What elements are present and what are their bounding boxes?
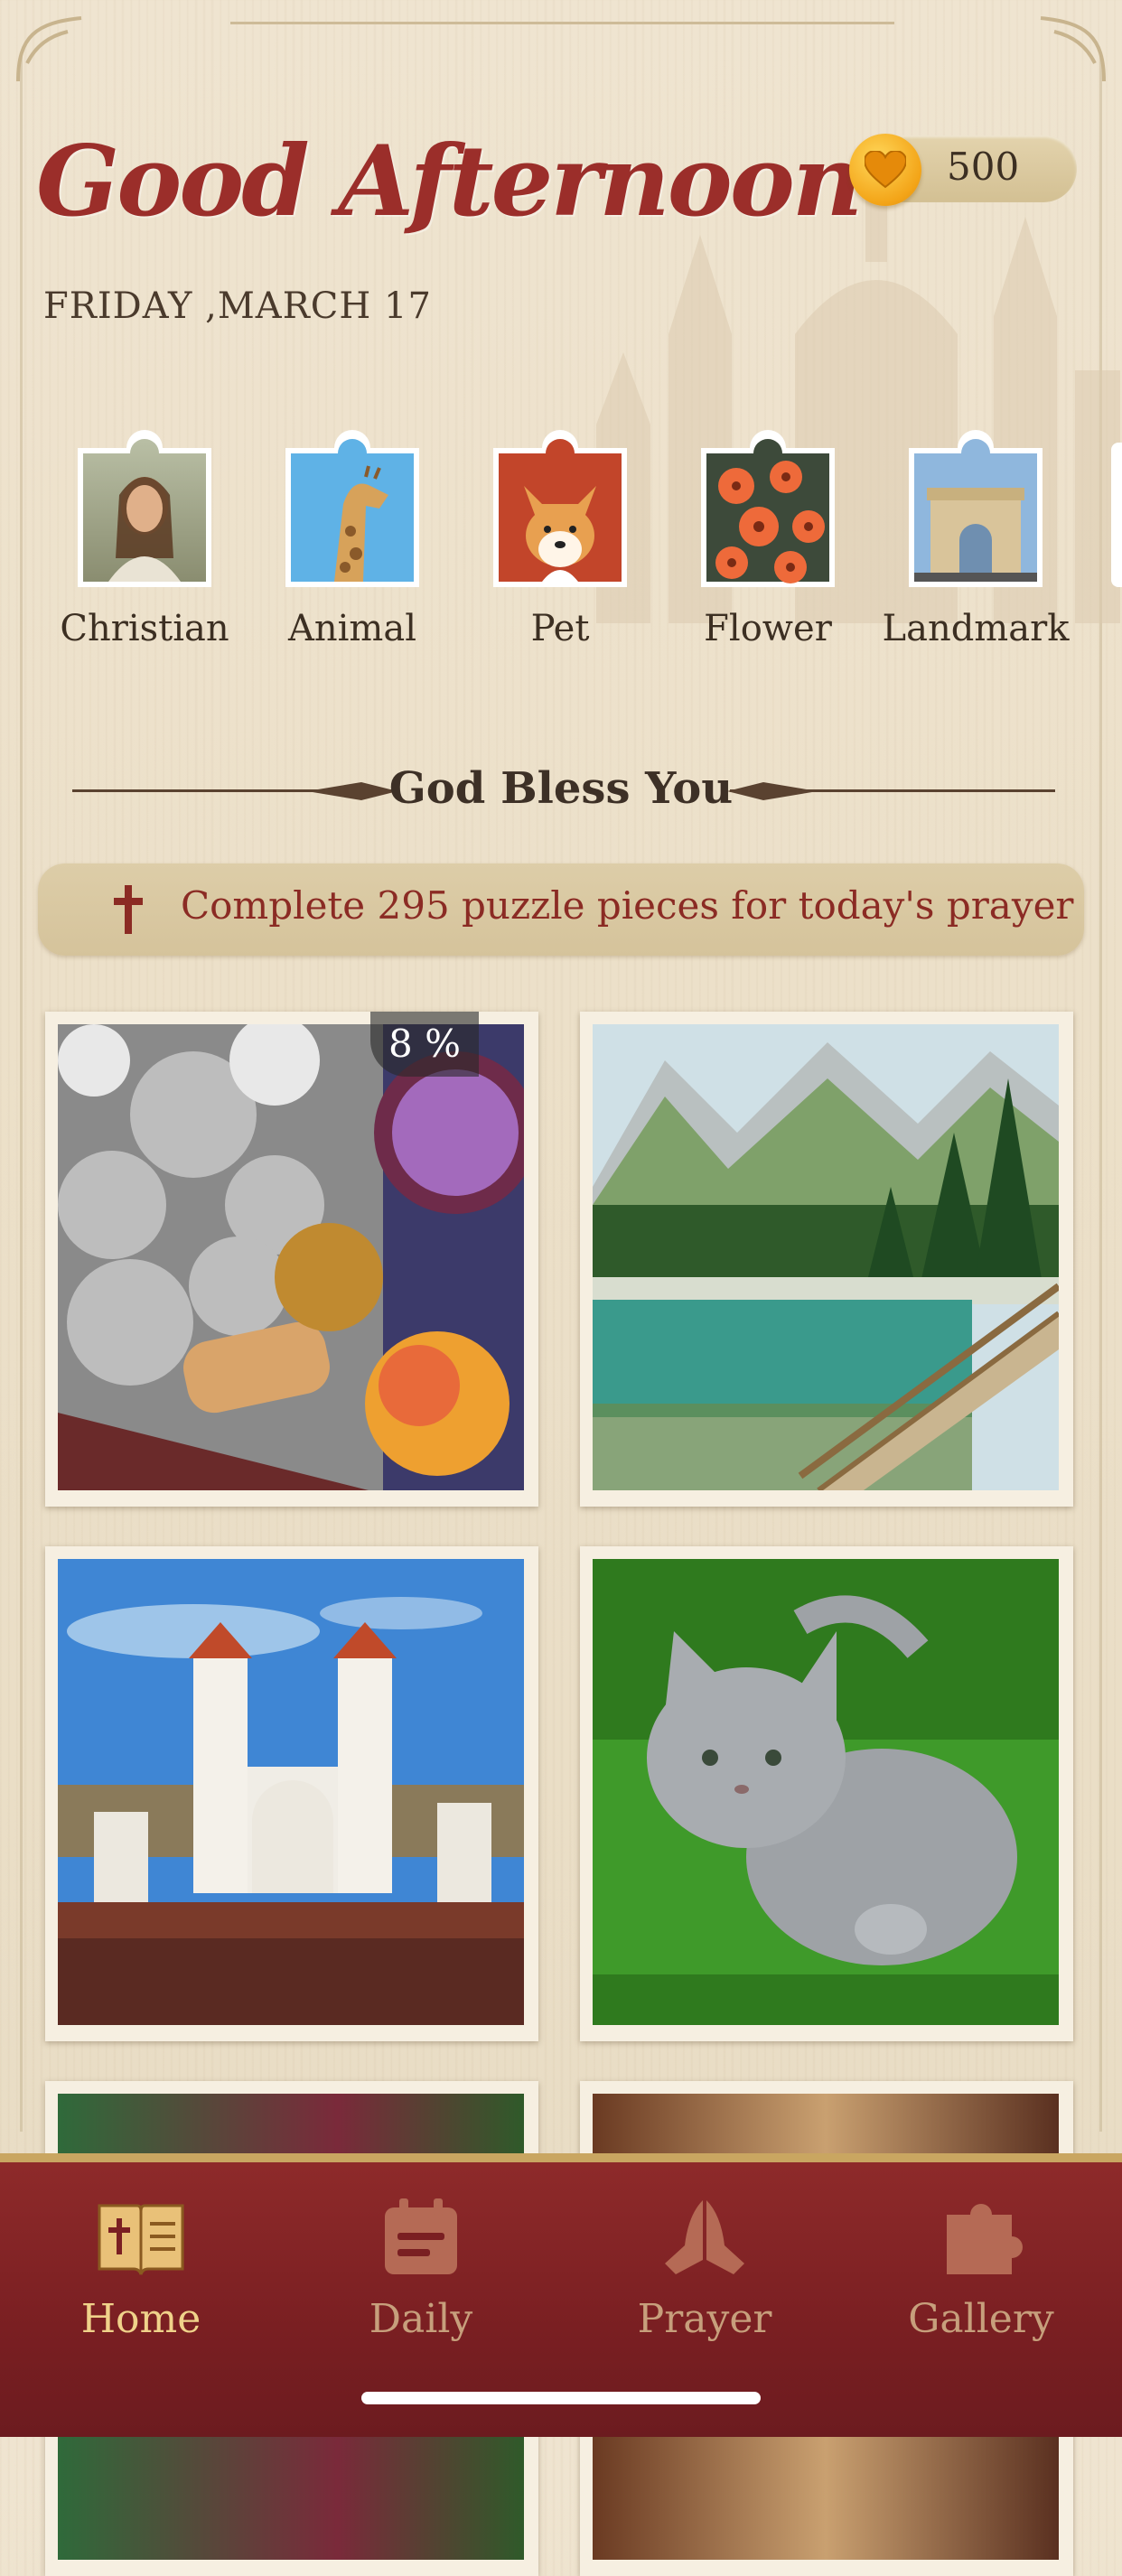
pastry-puzzle-image <box>58 1024 524 1490</box>
bible-icon <box>98 2204 184 2275</box>
praying-hands-icon <box>665 2200 744 2274</box>
left-frame-line <box>20 54 23 2132</box>
corner-flourish-right <box>1040 16 1106 82</box>
mountain-lake-puzzle-image <box>593 1024 1059 1490</box>
puzzle-piece-icon <box>947 2204 1023 2274</box>
puzzle-tile-gray-kitten[interactable] <box>580 1546 1073 2041</box>
tab-prayer-label: Prayer <box>637 2296 772 2342</box>
category-next-peek[interactable] <box>1111 443 1122 587</box>
home-indicator[interactable] <box>361 2392 761 2404</box>
tab-home-label: Home <box>80 2296 201 2342</box>
coin-value: 500 <box>947 145 1020 189</box>
dog-puzzle-icon <box>493 430 627 587</box>
puzzle-tile-white-church[interactable] <box>45 1546 538 2041</box>
puzzle-tile-mountain-lake[interactable] <box>580 1012 1073 1507</box>
tab-gallery-label: Gallery <box>908 2296 1054 2342</box>
tab-daily-label: Daily <box>369 2296 473 2342</box>
top-ornament-line <box>230 22 894 24</box>
tab-gallery[interactable]: Gallery <box>873 2197 1089 2342</box>
progress-badge: 8 % <box>370 1012 479 1077</box>
tab-prayer[interactable]: Prayer <box>596 2197 813 2342</box>
category-label-pet: Pet <box>530 608 590 649</box>
corner-flourish-left <box>16 16 82 82</box>
gray-kitten-puzzle-image <box>593 1559 1059 2025</box>
heart-coin-icon <box>849 134 921 206</box>
cross-icon <box>114 885 143 934</box>
calendar-icon <box>385 2198 457 2274</box>
greeting-title: Good Afternoon <box>36 125 863 238</box>
giraffe-puzzle-icon <box>285 430 419 587</box>
tab-daily[interactable]: Daily <box>313 2197 529 2342</box>
prayer-banner-text: Complete 295 puzzle pieces for today's p… <box>181 883 1074 928</box>
puzzle-tile-pastry[interactable]: 8 % <box>45 1012 538 1507</box>
category-label-flower: Flower <box>704 608 832 649</box>
arch-puzzle-icon <box>909 430 1043 587</box>
category-label-christian: Christian <box>60 608 229 649</box>
category-label-landmark: Landmark <box>882 608 1070 649</box>
flower-puzzle-icon <box>701 430 835 587</box>
section-title: God Bless You <box>388 763 734 814</box>
tab-home[interactable]: Home <box>33 2197 249 2342</box>
jesus-puzzle-icon <box>78 430 211 587</box>
date-label: FRIDAY ,MARCH 17 <box>43 285 432 327</box>
category-label-animal: Animal <box>287 608 416 649</box>
white-church-puzzle-image <box>58 1559 524 2025</box>
